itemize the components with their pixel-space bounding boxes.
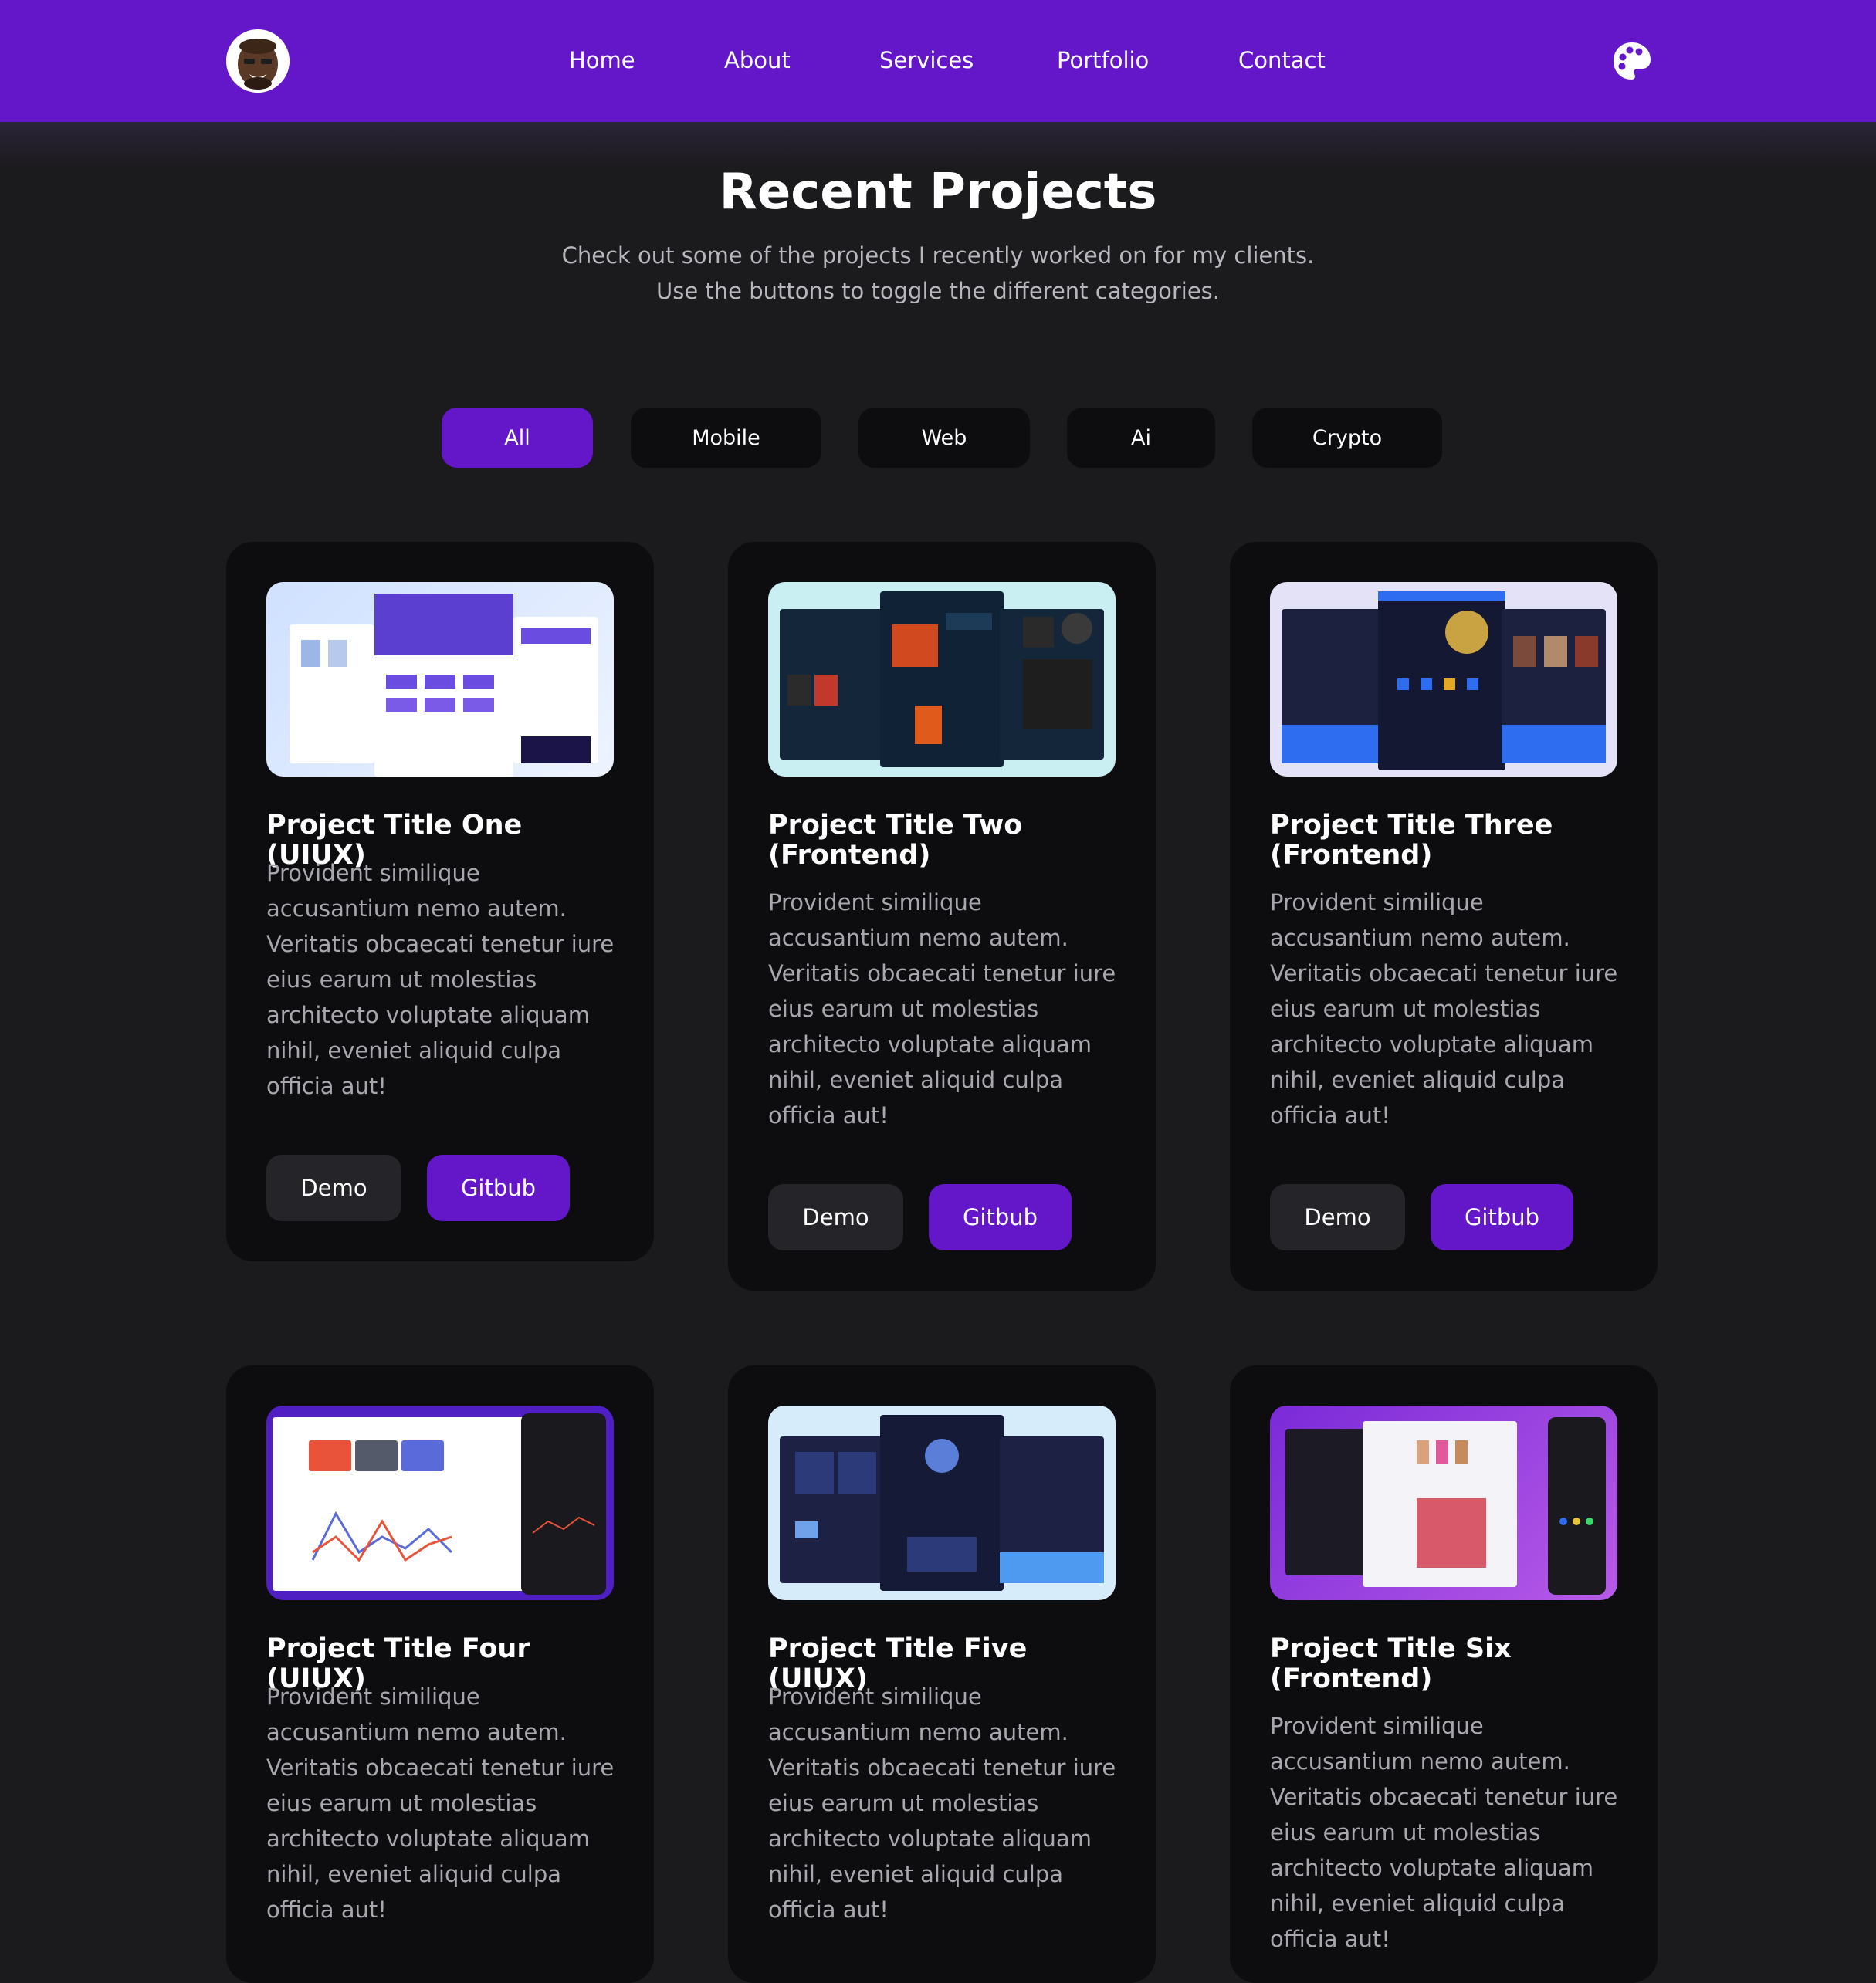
page-title: Recent Projects [719, 164, 1157, 221]
demo-button[interactable]: Demo [266, 1155, 401, 1221]
github-button[interactable]: Gitbub [427, 1155, 570, 1221]
navbar-shadow [0, 122, 1876, 168]
project-thumbnail[interactable] [266, 582, 614, 777]
project-thumbnail[interactable] [1270, 1406, 1617, 1600]
demo-button[interactable]: Demo [1270, 1184, 1405, 1250]
demo-button[interactable]: Demo [768, 1184, 903, 1250]
nav-about[interactable]: About [724, 47, 791, 73]
project-thumbnail[interactable] [768, 582, 1116, 777]
project-title: Project Title Six (Frontend) [1270, 1633, 1512, 1694]
nav-services[interactable]: Services [879, 47, 974, 73]
nav-portfolio[interactable]: Portfolio [1057, 47, 1149, 73]
project-description: Provident similique accusantium nemo aut… [266, 860, 615, 1099]
filter-all[interactable]: All [442, 408, 593, 468]
project-card: Project Title One (UIUX) Provident simil… [226, 542, 654, 1261]
project-card: Project Title Six (Frontend) Provident s… [1230, 1365, 1658, 1983]
avatar[interactable] [226, 29, 290, 93]
project-description: Provident similique accusantium nemo aut… [1270, 1713, 1618, 1952]
project-thumbnail[interactable] [1270, 582, 1617, 777]
project-title: Project Title Three (Frontend) [1270, 810, 1553, 871]
project-description: Provident similique accusantium nemo aut… [1270, 889, 1618, 1129]
project-card: Project Title Five (UIUX) Provident simi… [728, 1365, 1156, 1983]
filter-mobile[interactable]: Mobile [631, 408, 821, 468]
github-button[interactable]: Gitbub [929, 1184, 1072, 1250]
filter-ai[interactable]: Ai [1067, 408, 1215, 468]
project-card: Project Title Two (Frontend) Provident s… [728, 542, 1156, 1291]
github-button[interactable]: Gitbub [1431, 1184, 1573, 1250]
project-card: Project Title Three (Frontend) Provident… [1230, 542, 1658, 1291]
nav-home[interactable]: Home [569, 47, 635, 73]
project-thumbnail[interactable] [768, 1406, 1116, 1600]
top-navbar: Home About Services Portfolio Contact [0, 0, 1876, 122]
page-subtitle-line1: Check out some of the projects I recentl… [561, 242, 1315, 269]
project-description: Provident similique accusantium nemo aut… [768, 1684, 1116, 1923]
project-title: Project Title Two (Frontend) [768, 810, 1023, 871]
filter-crypto[interactable]: Crypto [1252, 408, 1442, 468]
project-description: Provident similique accusantium nemo aut… [266, 1684, 615, 1923]
filter-web[interactable]: Web [858, 408, 1030, 468]
palette-icon[interactable] [1611, 40, 1653, 82]
nav-contact[interactable]: Contact [1238, 47, 1326, 73]
project-thumbnail[interactable] [266, 1406, 614, 1600]
page-subtitle-line2: Use the buttons to toggle the different … [656, 278, 1220, 304]
project-card: Project Title Four (UIUX) Provident simi… [226, 1365, 654, 1983]
project-description: Provident similique accusantium nemo aut… [768, 889, 1116, 1129]
